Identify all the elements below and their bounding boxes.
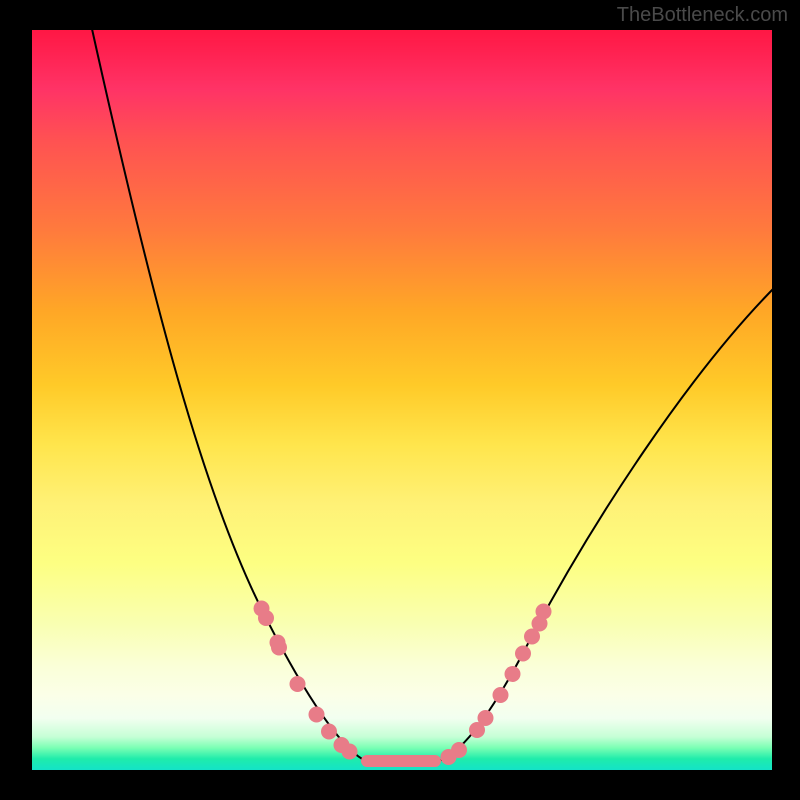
marker-group-right	[441, 604, 552, 766]
data-marker	[515, 646, 531, 662]
chart-plot-area	[32, 30, 772, 770]
data-marker	[536, 604, 552, 620]
marker-group-left	[254, 601, 358, 760]
data-marker	[309, 707, 325, 723]
bottleneck-curve	[90, 20, 777, 762]
data-marker	[451, 742, 467, 758]
data-marker	[321, 724, 337, 740]
data-marker	[505, 666, 521, 682]
data-marker	[258, 610, 274, 626]
data-marker	[290, 676, 306, 692]
data-marker	[493, 687, 509, 703]
data-marker	[478, 710, 494, 726]
chart-svg	[32, 30, 772, 770]
data-marker	[271, 640, 287, 656]
data-marker	[342, 744, 358, 760]
watermark: TheBottleneck.com	[617, 4, 788, 27]
